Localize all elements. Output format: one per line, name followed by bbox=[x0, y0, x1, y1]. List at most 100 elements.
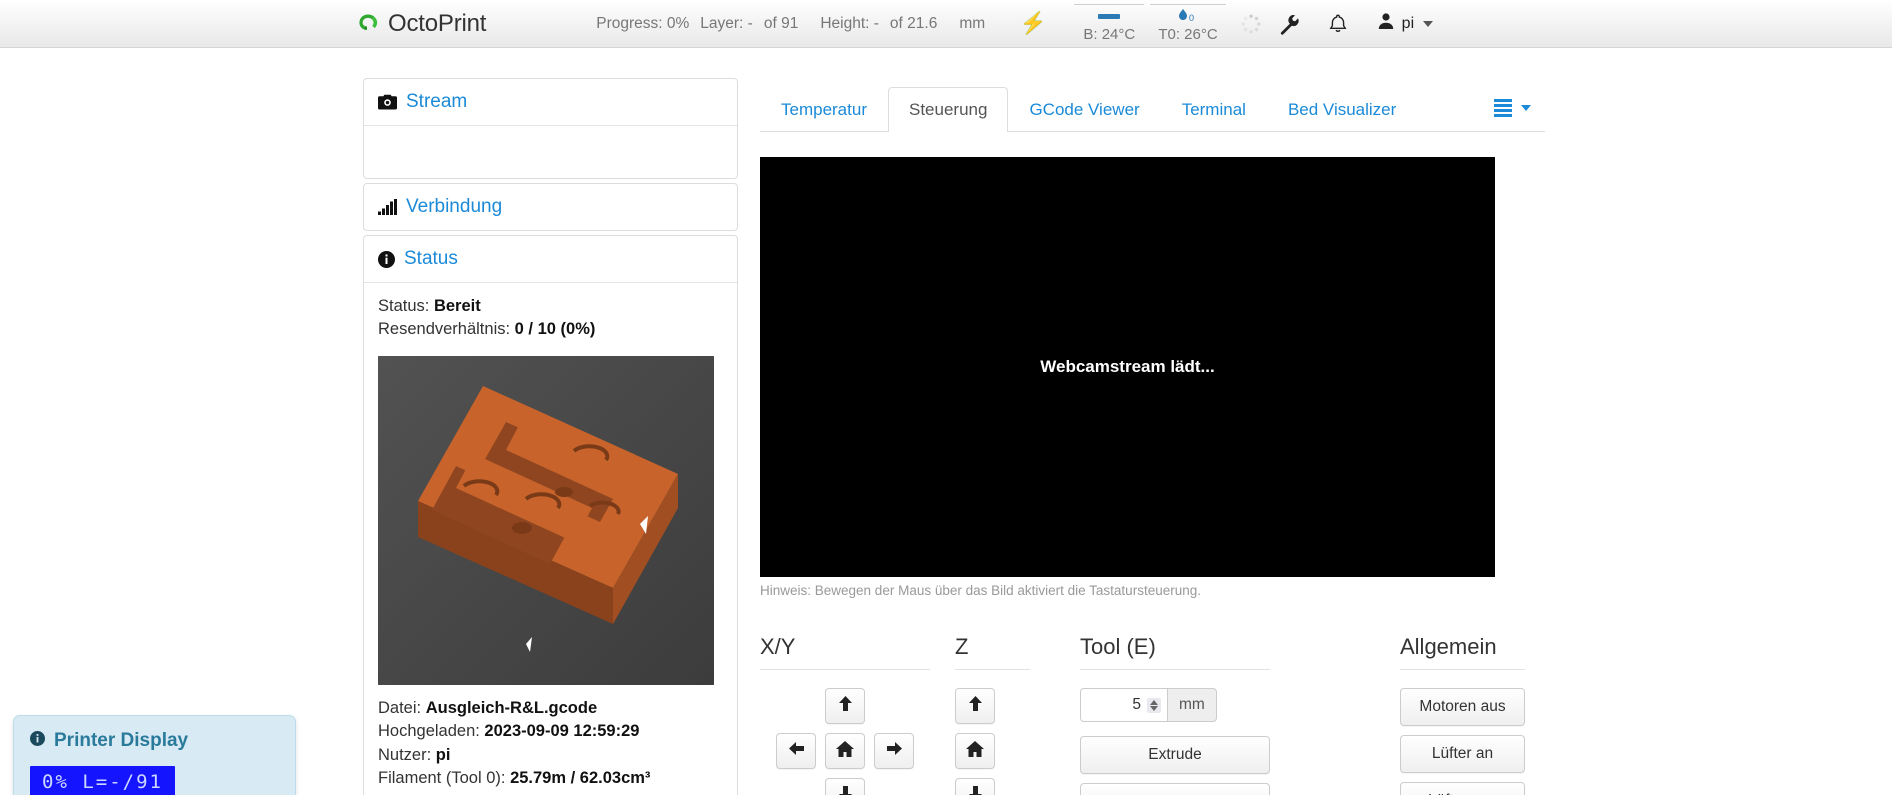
tool0-temperature-indicator[interactable]: 0 T0: 26°C bbox=[1150, 4, 1226, 43]
control-sections: X/Y Z Tool (E) 5 mm Extrude Allgemein Mo… bbox=[760, 634, 1545, 795]
print-status-summary: Progress: 0% Layer: - of 91 Height: - of… bbox=[596, 15, 996, 33]
status-row-key: Resendverhältnis: bbox=[378, 320, 511, 339]
panel-stream-body bbox=[364, 126, 737, 178]
user-name: pi bbox=[1401, 14, 1415, 32]
file-row-value: 25.79m / 62.03cm³ bbox=[510, 769, 651, 788]
xy-row-up bbox=[760, 688, 930, 724]
home-xy-button[interactable] bbox=[825, 733, 865, 769]
panel-status-body: Status: Bereit Resendverhältnis: 0 / 10 … bbox=[364, 283, 737, 795]
webcam-loading-text: Webcamstream lädt... bbox=[1040, 357, 1215, 376]
panel-stream: Stream bbox=[363, 78, 738, 179]
svg-text:0: 0 bbox=[1189, 13, 1194, 23]
file-row-value: Ausgleich-R&L.gcode bbox=[425, 698, 598, 717]
extrude-amount-input[interactable] bbox=[1097, 695, 1143, 715]
tab-terminal[interactable]: Terminal bbox=[1161, 87, 1267, 132]
extrude-amount-stepper[interactable] bbox=[1080, 688, 1168, 722]
divider bbox=[955, 669, 1030, 670]
extrude-button[interactable]: Extrude bbox=[1080, 736, 1270, 774]
sidebar: Stream Verbindung Status Status: Bereit … bbox=[363, 78, 738, 795]
file-row-key: Datei: bbox=[378, 698, 422, 717]
panel-status-header[interactable]: Status bbox=[364, 236, 737, 283]
webcam-stream[interactable]: Webcamstream lädt... bbox=[760, 157, 1495, 577]
stepper-arrows-icon[interactable] bbox=[1147, 697, 1161, 713]
status-row-value: 0 / 10 (0%) bbox=[514, 320, 596, 339]
tab-gcode-viewer[interactable]: GCode Viewer bbox=[1008, 87, 1160, 132]
control-z-title: Z bbox=[955, 634, 969, 659]
jog-z-plus-button[interactable] bbox=[955, 688, 995, 724]
printer-display-title: Printer Display bbox=[54, 730, 189, 751]
divider bbox=[1080, 669, 1270, 670]
control-tool-title: Tool (E) bbox=[1080, 634, 1156, 659]
user-icon bbox=[1376, 11, 1396, 36]
printer-display-screen: 0% L=-/91 bbox=[30, 766, 175, 795]
panel-connection-title: Verbindung bbox=[406, 196, 503, 217]
status-row: Resendverhältnis: 0 / 10 (0%) bbox=[378, 318, 723, 341]
control-section-z: Z bbox=[955, 634, 1030, 795]
loading-spinner-icon bbox=[1240, 13, 1262, 35]
file-row: Datei: Ausgleich-R&L.gcode bbox=[378, 697, 723, 720]
printer-display-widget: Printer Display 0% L=-/91 bbox=[13, 715, 296, 795]
jog-y-plus-button[interactable] bbox=[825, 688, 865, 724]
control-section-xy: X/Y bbox=[760, 634, 930, 795]
control-xy-title: X/Y bbox=[760, 634, 796, 659]
page-body: Stream Verbindung Status Status: Bereit … bbox=[0, 48, 1892, 795]
divider bbox=[760, 669, 930, 670]
info-circle-icon bbox=[378, 250, 395, 268]
camera-icon bbox=[378, 94, 397, 110]
top-navbar: OctoPrint Progress: 0% Layer: - of 91 He… bbox=[0, 0, 1892, 48]
xy-row-mid bbox=[760, 733, 930, 769]
user-menu[interactable]: pi bbox=[1376, 11, 1434, 36]
control-section-tool: Tool (E) mm Extrude Retract bbox=[1080, 634, 1270, 795]
tab-bed-visualizer[interactable]: Bed Visualizer bbox=[1267, 87, 1417, 132]
jog-z-minus-button[interactable] bbox=[955, 778, 995, 795]
z-row-up bbox=[955, 688, 1030, 724]
status-row-value: Bereit bbox=[433, 297, 481, 315]
file-row-value: 2023-09-09 12:59:29 bbox=[484, 722, 640, 741]
brand-name: OctoPrint bbox=[388, 9, 487, 37]
filament-drop-icon: 0 bbox=[1175, 8, 1201, 25]
tab-temperatur[interactable]: Temperatur bbox=[760, 87, 888, 132]
height-total: of 21.6 bbox=[889, 14, 938, 32]
temperature-indicators: B: 24°C 0 T0: 26°C bbox=[1074, 4, 1226, 43]
home-icon bbox=[836, 740, 854, 762]
hamburger-menu-icon[interactable] bbox=[1484, 89, 1545, 131]
motors-off-button[interactable]: Motoren aus bbox=[1400, 688, 1525, 726]
z-row-down bbox=[955, 778, 1030, 795]
main-content: Temperatur Steuerung GCode Viewer Termin… bbox=[760, 76, 1545, 795]
signal-bars-icon bbox=[378, 199, 397, 215]
brand[interactable]: OctoPrint bbox=[357, 10, 486, 38]
arrow-up-icon bbox=[968, 695, 983, 717]
arrow-right-icon bbox=[886, 741, 903, 761]
home-icon bbox=[966, 740, 984, 762]
jog-y-minus-button[interactable] bbox=[825, 778, 865, 795]
layer-total: of 91 bbox=[763, 14, 799, 32]
keyboard-control-hint: Hinweis: Bewegen der Maus über das Bild … bbox=[760, 583, 1201, 598]
progress-label: Progress: 0% bbox=[596, 14, 690, 32]
bed-temperature-label: B: 24°C bbox=[1083, 26, 1136, 43]
file-row-key: Hochgeladen: bbox=[378, 722, 480, 741]
file-row-key: Nutzer: bbox=[378, 745, 432, 764]
file-row: Filament (Tool 0): 25.79m / 62.03cm³ bbox=[378, 767, 723, 790]
height-unit: mm bbox=[959, 14, 986, 32]
wrench-icon[interactable] bbox=[1278, 13, 1300, 35]
retract-button[interactable]: Retract bbox=[1080, 783, 1270, 795]
jog-x-minus-button[interactable] bbox=[776, 733, 816, 769]
extrude-amount-row: mm bbox=[1080, 688, 1270, 722]
bell-icon[interactable] bbox=[1328, 13, 1348, 35]
panel-status-title: Status bbox=[404, 248, 458, 269]
tab-steuerung[interactable]: Steuerung bbox=[887, 86, 1009, 132]
info-circle-icon bbox=[30, 730, 45, 752]
gcode-model-thumbnail bbox=[378, 355, 714, 685]
file-row: Hochgeladen: 2023-09-09 12:59:29 bbox=[378, 720, 723, 743]
bed-temperature-indicator[interactable]: B: 24°C bbox=[1074, 4, 1145, 43]
z-row-home bbox=[955, 733, 1030, 769]
panel-connection-header[interactable]: Verbindung bbox=[364, 184, 737, 230]
fan-off-button[interactable]: Lüfter aus bbox=[1400, 782, 1525, 795]
caret-down-icon bbox=[1423, 20, 1434, 27]
fan-on-button[interactable]: Lüfter an bbox=[1400, 735, 1525, 773]
control-general-title: Allgemein bbox=[1400, 634, 1497, 659]
jog-x-plus-button[interactable] bbox=[874, 733, 914, 769]
status-row-key: Status: bbox=[378, 297, 430, 315]
home-z-button[interactable] bbox=[955, 733, 995, 769]
panel-stream-header[interactable]: Stream bbox=[364, 79, 737, 126]
